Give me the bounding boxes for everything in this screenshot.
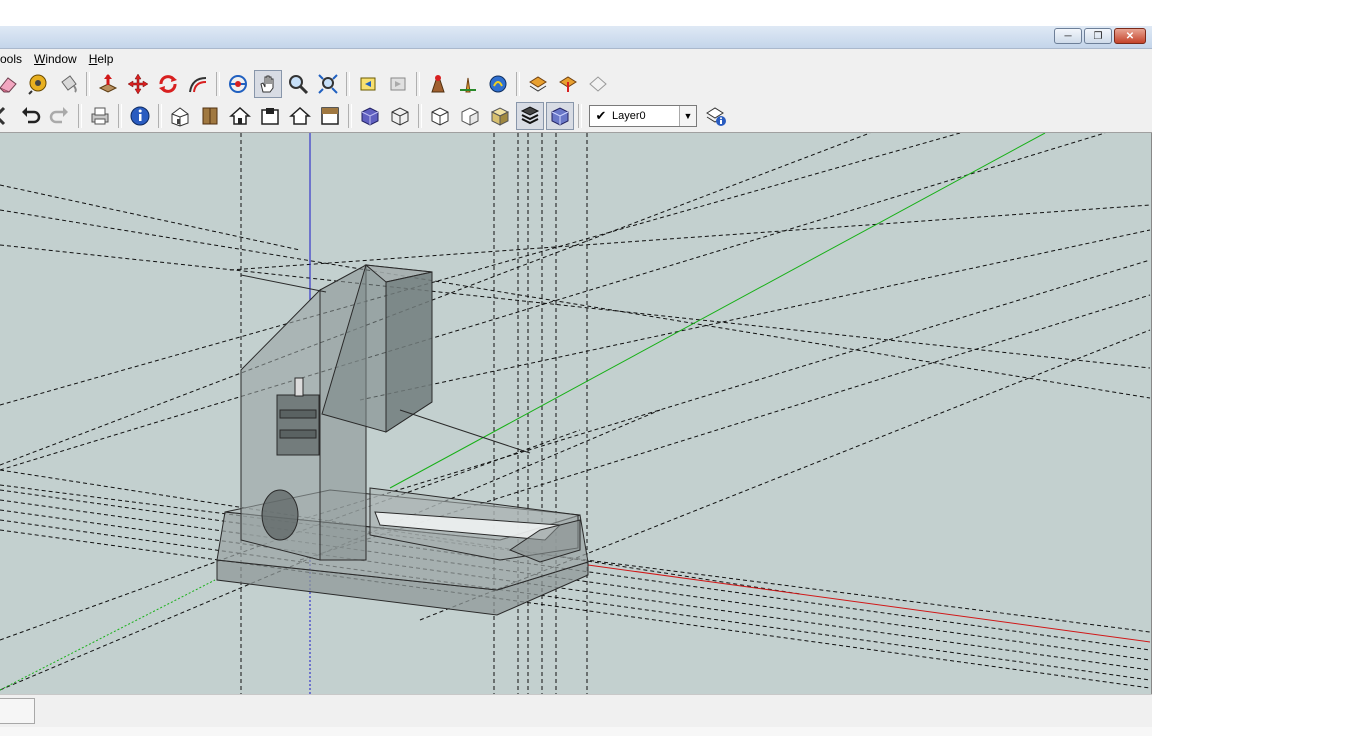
separator (346, 72, 350, 96)
paint-bucket-icon[interactable] (54, 70, 82, 98)
menu-tools[interactable]: ools (0, 52, 28, 66)
guide-lines (0, 133, 1151, 694)
window-controls: ─ ❐ ✕ (1054, 28, 1146, 44)
toolbar-edit-camera (0, 68, 1152, 100)
section-display-icon[interactable] (554, 70, 582, 98)
menu-window[interactable]: Window (28, 52, 83, 66)
position-camera-icon[interactable] (424, 70, 452, 98)
status-help-box (0, 698, 35, 724)
layer-name: Layer0 (612, 110, 646, 122)
separator (86, 72, 90, 96)
follow-me-icon[interactable] (184, 70, 212, 98)
separator (348, 104, 352, 128)
section-plane-icon[interactable] (524, 70, 552, 98)
model-info-icon[interactable] (126, 102, 154, 130)
previous-view-icon[interactable] (354, 70, 382, 98)
cnc-model (216, 264, 589, 616)
front-view-icon[interactable] (226, 102, 254, 130)
close-icon[interactable]: ✕ (1114, 28, 1146, 44)
separator (158, 104, 162, 128)
top-view-icon[interactable] (196, 102, 224, 130)
layer-current-check-icon: ✔ (595, 108, 607, 123)
iso-view-icon[interactable] (166, 102, 194, 130)
move-icon[interactable] (124, 70, 152, 98)
xray-icon[interactable] (356, 102, 384, 130)
model-canvas (0, 133, 1151, 694)
pan-icon[interactable] (254, 70, 282, 98)
walk-icon[interactable] (484, 70, 512, 98)
look-around-icon[interactable] (454, 70, 482, 98)
separator (118, 104, 122, 128)
tape-measure-icon[interactable] (24, 70, 52, 98)
wireframe-icon[interactable] (386, 102, 414, 130)
drawing-viewport[interactable] (0, 133, 1152, 694)
back-arrow-icon[interactable] (0, 102, 14, 130)
next-view-icon[interactable] (384, 70, 412, 98)
right-view-icon[interactable] (256, 102, 284, 130)
left-view-icon[interactable] (316, 102, 344, 130)
zoom-icon[interactable] (284, 70, 312, 98)
layer-manager-icon[interactable] (702, 102, 730, 130)
section-cut-icon[interactable] (584, 70, 612, 98)
separator (418, 104, 422, 128)
separator (578, 104, 582, 128)
status-bar (0, 694, 1152, 728)
zoom-extents-icon[interactable] (314, 70, 342, 98)
xray-mode-icon[interactable] (546, 102, 574, 130)
push-pull-icon[interactable] (94, 70, 122, 98)
toolbar-views-styles: ✔ Layer0 ▼ (0, 100, 1152, 133)
bottom-strip (0, 727, 1152, 736)
separator (516, 72, 520, 96)
menu-bar: ools Window Help (0, 49, 1152, 68)
print-icon[interactable] (86, 102, 114, 130)
separator (216, 72, 220, 96)
back-view-icon[interactable] (286, 102, 314, 130)
monochrome-icon[interactable] (516, 102, 544, 130)
orbit-icon[interactable] (224, 70, 252, 98)
eraser-icon[interactable] (0, 70, 22, 98)
hidden-line-icon[interactable] (426, 102, 454, 130)
rotate-icon[interactable] (154, 70, 182, 98)
undo-icon[interactable] (16, 102, 44, 130)
redo-icon[interactable] (46, 102, 74, 130)
layer-dropdown[interactable]: ✔ Layer0 ▼ (589, 105, 697, 127)
restore-icon[interactable]: ❐ (1084, 28, 1112, 44)
menu-help[interactable]: Help (83, 52, 120, 66)
separator (416, 72, 420, 96)
minimize-icon[interactable]: ─ (1054, 28, 1082, 44)
title-bar: ─ ❐ ✕ (0, 26, 1152, 49)
chevron-down-icon[interactable]: ▼ (679, 106, 696, 126)
shaded-textures-icon[interactable] (486, 102, 514, 130)
separator (78, 104, 82, 128)
sketchup-window: ─ ❐ ✕ ools Window Help ✔ Layer0 ▼ (0, 0, 1152, 736)
shaded-icon[interactable] (456, 102, 484, 130)
